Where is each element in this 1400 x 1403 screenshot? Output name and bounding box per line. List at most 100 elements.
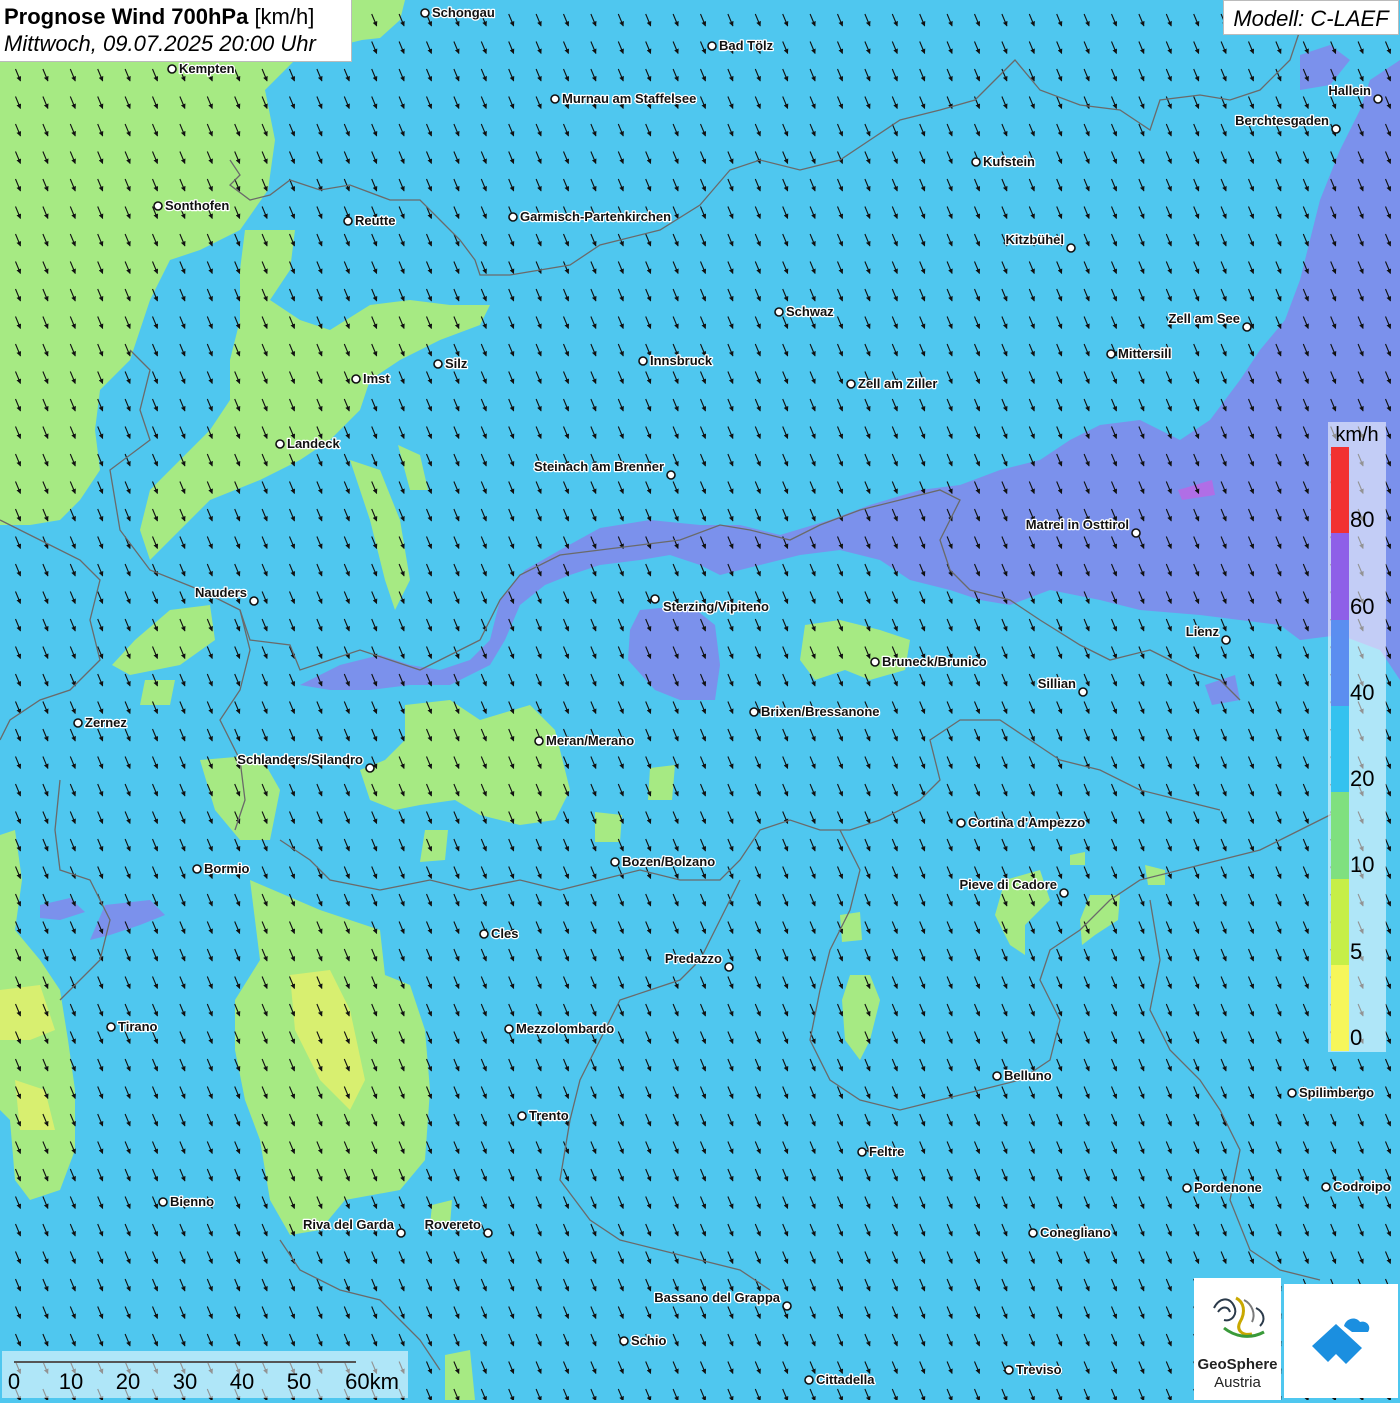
color-legend: km/h 80 60 40 20 10 5 0 xyxy=(1328,422,1386,1052)
city-marker-icon xyxy=(857,1147,867,1157)
city-marker-icon xyxy=(167,64,177,74)
city-label: Sterzing/Vipiteno xyxy=(663,599,769,614)
city-marker-icon xyxy=(504,1024,514,1034)
legend-bar-40 xyxy=(1331,620,1349,706)
legend-unit: km/h xyxy=(1335,424,1379,446)
city-marker-icon xyxy=(106,1022,116,1032)
scale-tick-10: 10 xyxy=(58,1369,84,1394)
city-marker-icon xyxy=(956,818,966,828)
distance-scale: 0 10 20 30 40 50 60km xyxy=(2,1351,408,1398)
city-marker-icon xyxy=(158,1197,168,1207)
city-sonthofen[interactable]: Sonthofen xyxy=(153,197,231,214)
geosphere-logo[interactable]: GeoSphere Austria xyxy=(1194,1278,1281,1400)
city-label: Sillian xyxy=(1038,676,1076,691)
city-codroipo[interactable]: Codroipo xyxy=(1321,1178,1392,1195)
city-mezzolombardo[interactable]: Mezzolombardo xyxy=(504,1020,616,1037)
city-label: Kempten xyxy=(179,61,235,76)
city-marker-icon xyxy=(749,707,759,717)
city-zell-am-ziller[interactable]: Zell am Ziller xyxy=(846,375,939,392)
city-spilimbergo[interactable]: Spilimbergo xyxy=(1287,1084,1375,1101)
map-title-unit: [km/h] xyxy=(254,4,315,29)
app-logo[interactable] xyxy=(1284,1284,1398,1398)
wind-area-green-predazzo xyxy=(840,912,862,942)
city-label: Spilimbergo xyxy=(1299,1085,1374,1100)
city-marker-icon xyxy=(351,374,361,384)
city-marker-icon xyxy=(1321,1182,1331,1192)
city-marker-icon xyxy=(550,94,560,104)
wind-map[interactable]: Schongau Bad Tölz Kempten Murnau am Staffel… xyxy=(0,0,1400,1400)
city-label: Belluno xyxy=(1004,1068,1052,1083)
city-label: Lienz xyxy=(1186,624,1220,639)
legend-tick-0: 0 xyxy=(1350,1025,1363,1050)
city-marker-icon xyxy=(365,763,375,773)
city-innsbruck[interactable]: Innsbruck xyxy=(638,352,714,369)
scale-tick-50: 50 xyxy=(286,1369,312,1394)
city-marker-icon xyxy=(1078,687,1088,697)
city-conegliano[interactable]: Conegliano xyxy=(1028,1224,1112,1241)
city-meran-merano[interactable]: Meran/Merano xyxy=(534,732,635,749)
city-label: Feltre xyxy=(869,1144,904,1159)
city-marker-icon xyxy=(638,356,648,366)
city-label: Bozen/Bolzano xyxy=(622,854,715,869)
legend-tick-10: 10 xyxy=(1350,852,1375,877)
legend-bar-80 xyxy=(1331,447,1349,533)
city-label: Bassano del Grappa xyxy=(654,1290,780,1305)
city-cittadella[interactable]: Cittadella xyxy=(804,1371,877,1388)
app-logo-icon xyxy=(1312,1318,1370,1364)
city-bozen-bolzano[interactable]: Bozen/Bolzano xyxy=(610,853,716,870)
city-marker-icon xyxy=(1287,1088,1297,1098)
wind-area-green-small1 xyxy=(140,680,175,705)
city-cortina-d-ampezzo[interactable]: Cortina d'Ampezzo xyxy=(956,814,1087,831)
city-garmisch-partenkirchen[interactable]: Garmisch-Partenkirchen xyxy=(508,208,672,225)
map-title-main: Prognose Wind 700hPa xyxy=(4,4,249,29)
legend-tick-80: 80 xyxy=(1350,507,1375,532)
model-label: Modell: C-LAEF xyxy=(1223,0,1399,35)
wind-area-green-south xyxy=(445,1350,475,1400)
city-marker-icon xyxy=(724,962,734,972)
wind-area-green-small3 xyxy=(595,812,622,842)
city-label: Rovereto xyxy=(425,1217,481,1232)
city-label: Bienno xyxy=(170,1194,214,1209)
city-marker-icon xyxy=(666,470,676,480)
city-label: Tirano xyxy=(118,1019,158,1034)
city-label: Cortina d'Ampezzo xyxy=(968,815,1085,830)
legend-bar-5 xyxy=(1331,879,1349,965)
city-label: Innsbruck xyxy=(650,353,713,368)
city-bruneck-brunico[interactable]: Bruneck/Brunico xyxy=(870,653,988,670)
city-label: Reutte xyxy=(355,213,395,228)
city-marker-icon xyxy=(1028,1228,1038,1238)
scale-tick-40: 40 xyxy=(229,1369,255,1394)
city-schongau[interactable]: Schongau xyxy=(420,4,496,21)
city-marker-icon xyxy=(650,594,660,604)
city-marker-icon xyxy=(804,1375,814,1385)
city-marker-icon xyxy=(420,8,430,18)
city-marker-icon xyxy=(396,1228,406,1238)
city-label: Mezzolombardo xyxy=(516,1021,614,1036)
city-label: Predazzo xyxy=(665,951,722,966)
scale-tick-0: 0 xyxy=(7,1369,21,1394)
city-brixen-bressanone[interactable]: Brixen/Bressanone xyxy=(749,703,881,720)
city-label: Cittadella xyxy=(816,1372,875,1387)
city-murnau-am-staffelsee[interactable]: Murnau am Staffelsee xyxy=(550,90,698,107)
city-label: Schwaz xyxy=(786,304,834,319)
city-label: Sonthofen xyxy=(165,198,229,213)
city-marker-icon xyxy=(343,216,353,226)
city-label: Silz xyxy=(445,356,468,371)
city-label: Brixen/Bressanone xyxy=(761,704,880,719)
city-marker-icon xyxy=(1004,1365,1014,1375)
city-marker-icon xyxy=(517,1111,527,1121)
city-label: Meran/Merano xyxy=(546,733,634,748)
city-marker-icon xyxy=(619,1336,629,1346)
city-label: Nauders xyxy=(195,585,247,600)
city-label: Steinach am Brenner xyxy=(534,459,664,474)
city-label: Trento xyxy=(529,1108,569,1123)
legend-bar-0 xyxy=(1331,965,1349,1051)
city-label: Murnau am Staffelsee xyxy=(562,91,696,106)
city-label: Berchtesgaden xyxy=(1235,113,1329,128)
city-marker-icon xyxy=(153,201,163,211)
legend-bar-20 xyxy=(1331,706,1349,792)
scale-tick-30: 30 xyxy=(172,1369,198,1394)
city-marker-icon xyxy=(782,1301,792,1311)
city-pordenone[interactable]: Pordenone xyxy=(1182,1179,1263,1196)
city-marker-icon xyxy=(1221,635,1231,645)
